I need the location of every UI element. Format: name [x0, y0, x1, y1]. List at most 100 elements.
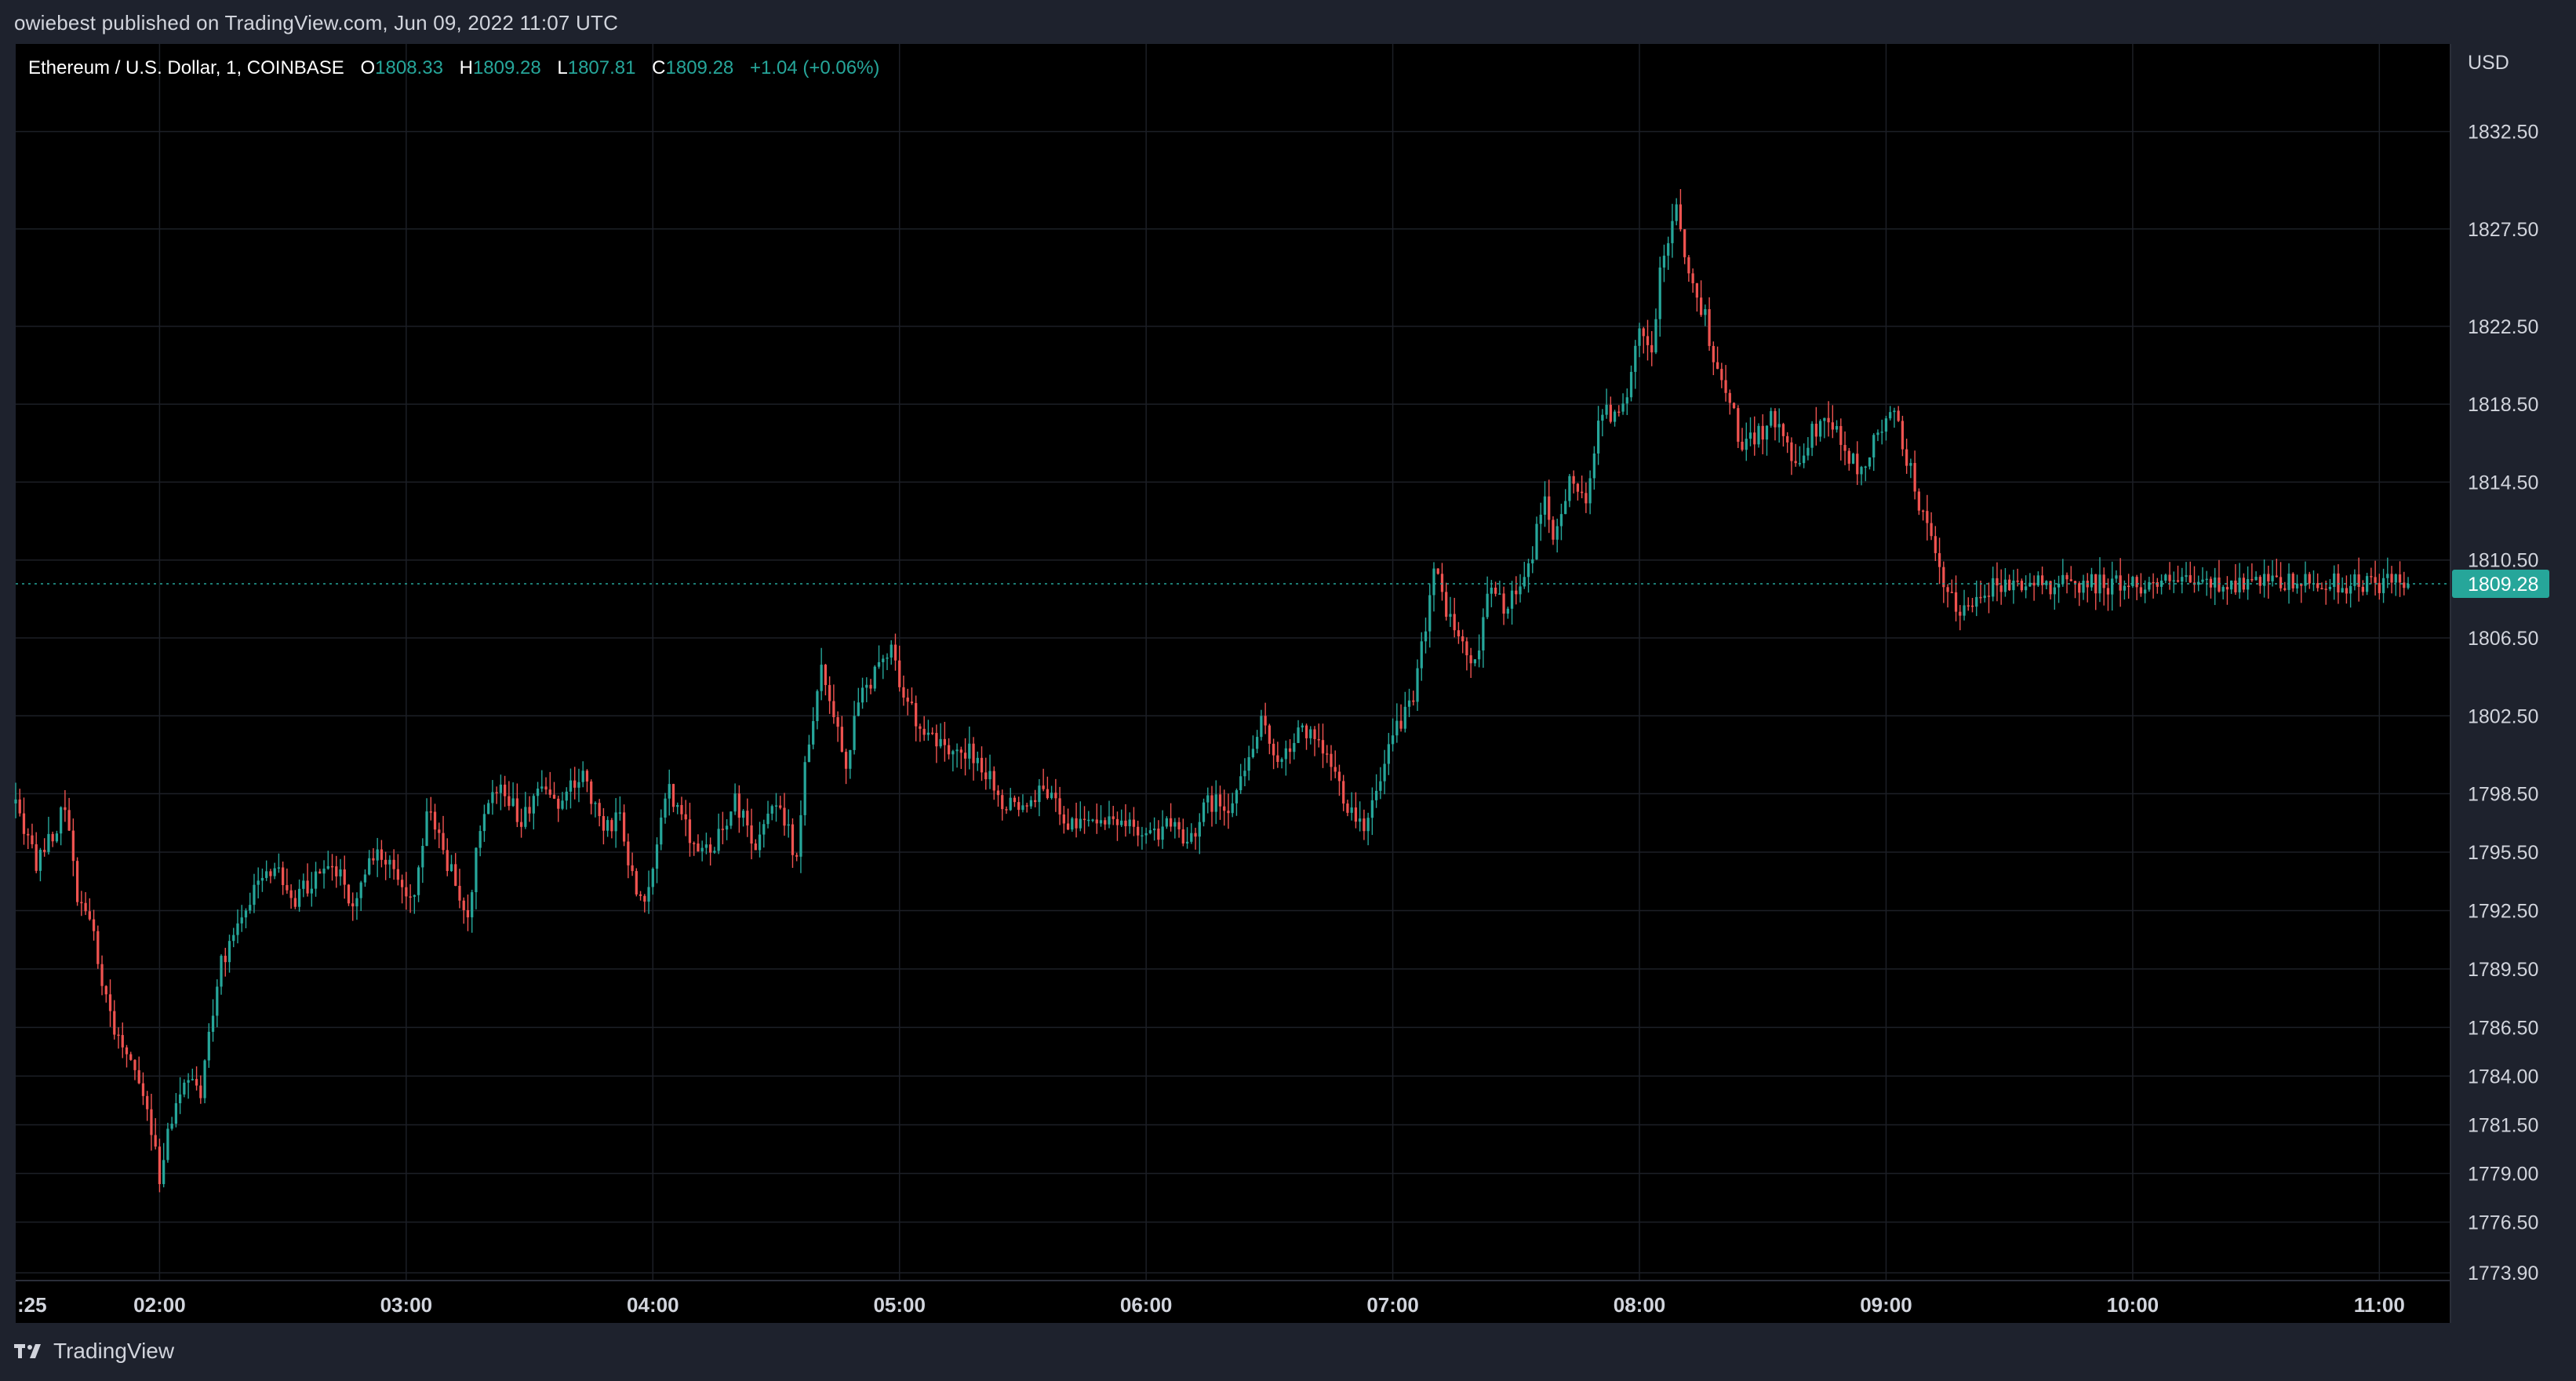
candle-body	[504, 784, 507, 796]
candle-body	[963, 752, 967, 759]
candle-body	[1625, 397, 1628, 404]
price-axis[interactable]: 1832.50 1827.50 1822.50 1818.50 1814.50 1810.…	[2468, 122, 2538, 1284]
candle-body	[610, 820, 613, 832]
candle-body	[1876, 432, 1879, 435]
candle-body	[113, 1011, 116, 1035]
candle-body	[1108, 816, 1111, 825]
candle-body	[2328, 586, 2332, 589]
candle-body	[1313, 729, 1316, 739]
candle-body	[2069, 579, 2072, 581]
candle-body	[2267, 574, 2270, 581]
candle-body	[137, 1069, 140, 1084]
candle-body	[146, 1095, 149, 1110]
tradingview-logo-icon[interactable]	[14, 1343, 45, 1360]
candle-body	[1301, 725, 1304, 728]
candle-body	[117, 1034, 120, 1037]
candle-body	[1021, 805, 1024, 811]
time-tick-label: 05:00	[873, 1293, 926, 1317]
candle-body	[1075, 818, 1078, 829]
candle-body	[330, 865, 334, 868]
candle-body	[569, 780, 573, 792]
candle-body	[544, 786, 548, 790]
candle-body	[2275, 575, 2278, 578]
candle-body	[1667, 242, 1670, 256]
candle-body	[1095, 819, 1098, 824]
tradingview-brand[interactable]: TradingView	[53, 1339, 174, 1364]
candle-body	[540, 786, 544, 789]
time-tick-label: 06:00	[1120, 1293, 1173, 1317]
candle-body	[1227, 811, 1230, 814]
candle-body	[1781, 424, 1785, 436]
candle-body	[1161, 826, 1164, 840]
candle-body	[1144, 833, 1148, 836]
candle-body	[1148, 830, 1152, 833]
candle-body	[1592, 453, 1595, 479]
candle-body	[1038, 785, 1041, 803]
candle-body	[1461, 636, 1464, 642]
candle-body	[1153, 828, 1156, 831]
candle-body	[581, 771, 584, 782]
candle-body	[1646, 336, 1650, 345]
candle-body	[1621, 403, 1625, 412]
candle-body	[1568, 476, 1571, 501]
candlestick-chart[interactable]: 1832.50 1827.50 1822.50 1818.50 1814.50 1810.…	[0, 0, 2576, 1381]
candle-body	[857, 702, 860, 716]
candle-body	[1256, 737, 1259, 749]
candle-body	[779, 805, 782, 808]
price-tick-label: 1795.50	[2468, 842, 2538, 864]
candle-body	[1436, 568, 1439, 574]
candle-body	[1239, 776, 1243, 791]
candle-body	[2115, 575, 2118, 579]
candle-body	[64, 807, 67, 811]
candle-body	[1165, 818, 1168, 827]
candle-body	[388, 859, 391, 865]
candle-body	[524, 807, 527, 827]
candle-body	[1531, 559, 1534, 563]
candle-body	[766, 813, 770, 825]
candle-body	[351, 903, 355, 907]
candle-body	[1115, 818, 1119, 825]
candle-body	[2374, 577, 2377, 583]
candle-body	[968, 743, 971, 759]
symbol-name: Ethereum / U.S. Dollar, 1, COINBASE	[28, 57, 344, 78]
price-tick-label: 1802.50	[2468, 705, 2538, 727]
candle-body	[2341, 588, 2344, 593]
candle-body	[343, 869, 346, 885]
candle-body	[232, 935, 235, 942]
candle-body	[2246, 579, 2250, 590]
candle-body	[1420, 641, 1423, 669]
candle-body	[1683, 229, 1686, 257]
candle-body	[1629, 371, 1633, 398]
price-tick-label: 1781.50	[2468, 1114, 2538, 1136]
candle-body	[906, 698, 909, 702]
candle-body	[1555, 526, 1559, 540]
candle-body	[2135, 577, 2138, 588]
candle-body	[1288, 748, 1292, 752]
candle-body	[717, 829, 720, 851]
candle-body	[996, 790, 1000, 796]
candle-body	[1823, 417, 1826, 421]
candle-body	[1206, 795, 1210, 803]
candle-body	[1395, 720, 1399, 736]
candle-body	[1066, 823, 1070, 830]
candle-body	[2271, 575, 2274, 581]
candle-body	[1987, 596, 1991, 597]
candle-body	[598, 803, 601, 817]
candle-body	[2357, 574, 2360, 587]
candle-body	[2185, 575, 2188, 578]
candle-body	[783, 807, 786, 826]
candle-body	[2250, 579, 2254, 581]
candle-body	[836, 716, 839, 727]
candle-body	[1383, 763, 1386, 782]
candle-body	[1317, 738, 1320, 741]
candle-body	[1704, 309, 1707, 315]
candle-body	[915, 703, 918, 727]
candle-body	[902, 687, 905, 698]
candle-body	[1366, 818, 1370, 832]
candle-body	[372, 858, 375, 861]
candle-body	[2370, 576, 2373, 578]
candle-body	[359, 882, 362, 898]
candle-body	[1449, 614, 1452, 618]
candle-body	[2053, 587, 2056, 595]
candle-body	[2020, 581, 2024, 591]
